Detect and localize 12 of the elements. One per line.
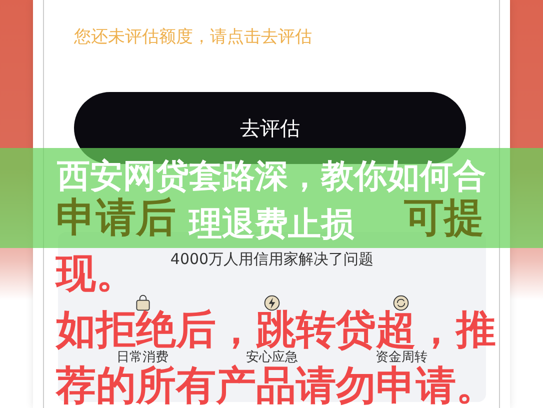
annotation-text: 申请后: [56, 198, 176, 238]
hint-text: 您还未评估额度，请点击去评估: [74, 26, 313, 49]
annotation-text: 荐的所有产品请勿申请。: [56, 366, 496, 406]
feature-label: 日常消费: [116, 350, 169, 365]
annotation-text: 如拒绝后，跳转贷超，推: [56, 310, 496, 350]
feature-label: 资金周转: [375, 350, 428, 365]
panel-caption: 4000万人用信用家解决了问题: [170, 250, 374, 268]
coin-icon: [392, 294, 410, 312]
annotation-text: 可提: [404, 198, 484, 238]
annotation-text: 现。: [56, 254, 136, 294]
banner-title: 理退费止损: [189, 205, 354, 243]
feature-label: 安心应急: [246, 350, 298, 365]
